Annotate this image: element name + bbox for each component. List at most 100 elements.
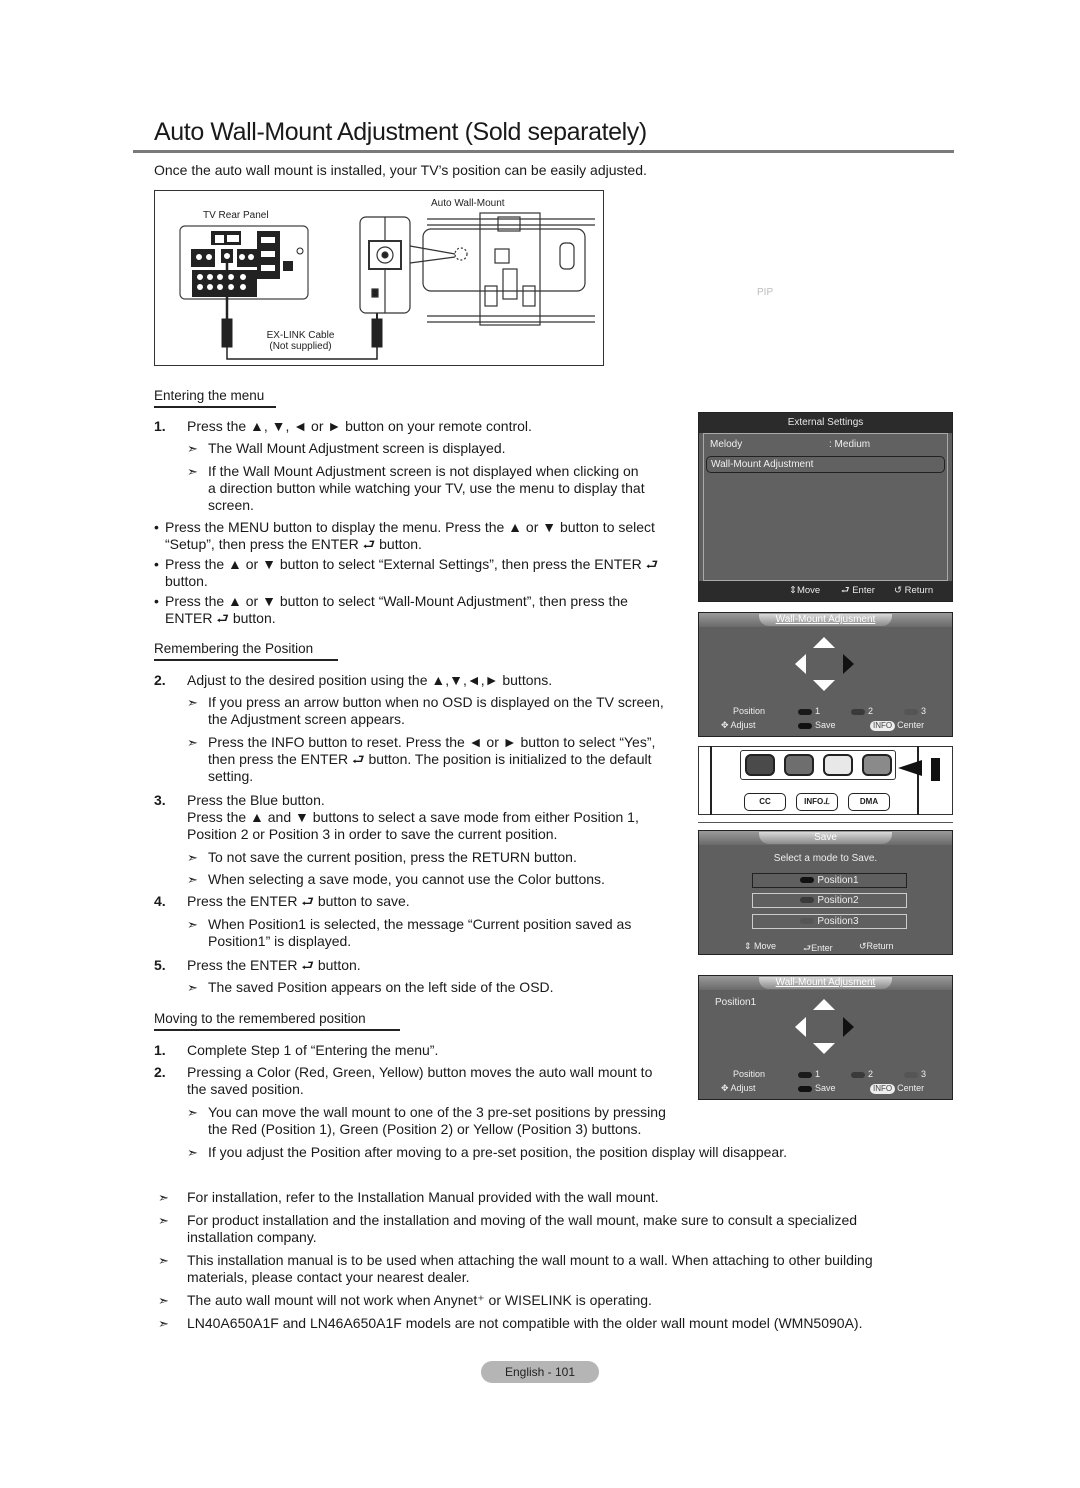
step-number: 1. xyxy=(154,418,166,434)
arrow-down-icon[interactable] xyxy=(813,1043,835,1054)
position-1: 1 xyxy=(798,706,820,716)
move-hint: ⇕Move xyxy=(789,581,820,601)
save-option-position2[interactable]: Position2 xyxy=(752,893,907,908)
dma-button[interactable]: DMA xyxy=(848,793,890,811)
bullet-text: button. xyxy=(165,573,208,589)
save-label: Save xyxy=(815,720,836,730)
save-option-position1[interactable]: Position1 xyxy=(752,873,907,888)
section-remembering: 2. Adjust to the desired position using … xyxy=(154,672,694,1001)
move-label: Move xyxy=(796,585,821,596)
option-label: Position1 xyxy=(817,875,859,886)
option-label: Position3 xyxy=(817,916,859,927)
red-button-icon xyxy=(798,1071,812,1078)
blue-color-button[interactable] xyxy=(862,754,892,776)
green-button-icon xyxy=(851,708,865,715)
note: ➣ The saved Position appears on the left… xyxy=(154,979,694,1001)
red-button-icon xyxy=(800,877,815,884)
save-hint: Save xyxy=(798,720,836,730)
arrow-left-icon[interactable] xyxy=(795,654,806,674)
enter-label: Enter xyxy=(811,943,833,953)
note-text: The auto wall mount will not work when A… xyxy=(187,1292,652,1308)
note-text: the Red (Position 1), Green (Position 2)… xyxy=(208,1121,642,1137)
bullet-text: Press the ▲ or ▼ button to select “Exter… xyxy=(165,556,659,572)
adjust-hint: ✥ Adjust xyxy=(721,1083,756,1094)
step-text: Position 2 or Position 3 in order to sav… xyxy=(187,826,558,842)
center-label: Center xyxy=(897,1083,925,1093)
note: ➣ When Position1 is selected, the messag… xyxy=(154,916,694,957)
page-title: Auto Wall-Mount Adjustment (Sold separat… xyxy=(154,118,647,146)
position-number: 3 xyxy=(921,1069,927,1079)
general-note: ➣ For installation, refer to the Install… xyxy=(158,1189,918,1212)
arrow-right-icon[interactable] xyxy=(843,654,854,674)
enter-label: Enter xyxy=(852,585,875,596)
step-number: 1. xyxy=(154,1042,166,1058)
note-text: For installation, refer to the Installat… xyxy=(187,1189,659,1205)
bullet: • Press the ▲ or ▼ button to select “Wal… xyxy=(154,593,684,630)
arrow-down-icon[interactable] xyxy=(813,680,835,691)
menu-item-melody[interactable]: Melody : Medium xyxy=(710,439,870,450)
menu-item-wall-mount-adjustment[interactable]: Wall-Mount Adjustment xyxy=(706,456,945,473)
note-text: setting. xyxy=(208,768,254,784)
osd-wall-mount-adjust: Wall-Mount Adjusment Position 1 2 3 ✥ Ad… xyxy=(698,612,953,737)
yellow-color-button[interactable] xyxy=(823,754,853,776)
cc-button[interactable]: CC xyxy=(744,793,786,811)
move-label: Move xyxy=(754,941,777,951)
note: ➣ You can move the wall mount to one of … xyxy=(154,1104,854,1144)
osd-tab-bar: Wall-Mount Adjusment xyxy=(699,976,952,990)
center-hint: INFO Center xyxy=(870,1083,924,1094)
saved-position-label: Position1 xyxy=(715,997,757,1008)
osd-footer: ⇕Move ⮐ Enter ↺ Return xyxy=(699,581,952,601)
wall-mount-icon xyxy=(359,212,595,326)
remote-edge xyxy=(710,746,712,815)
step-number: 3. xyxy=(154,792,166,808)
return-label: Return xyxy=(866,941,894,951)
step-number: 4. xyxy=(154,893,166,909)
return-label: Return xyxy=(904,585,934,596)
osd-tab-bar: Save xyxy=(699,831,952,845)
note-text: If the Wall Mount Adjustment screen is n… xyxy=(208,463,639,479)
red-color-button[interactable] xyxy=(745,754,775,776)
step-text: Press the ▲, ▼, ◄ or ► button on your re… xyxy=(187,418,532,434)
save-option-position3[interactable]: Position3 xyxy=(752,914,907,929)
note-text: then press the ENTER ⮐ button. The posit… xyxy=(208,751,652,767)
return-icon: ↺ xyxy=(859,941,867,951)
note-arrow-icon: ➣ xyxy=(158,1190,169,1205)
arrow-left-icon[interactable] xyxy=(795,1017,806,1037)
note-text: For product installation and the install… xyxy=(187,1212,858,1228)
note-text: materials, please contact your nearest d… xyxy=(187,1269,470,1285)
step-text: Press the Blue button. xyxy=(187,792,325,808)
note-arrow-icon: ➣ xyxy=(158,1253,169,1268)
yellow-button-icon xyxy=(800,918,815,925)
bullet-icon: • xyxy=(154,556,159,572)
pip-label: PIP xyxy=(757,287,774,298)
section-heading-entering: Entering the menu xyxy=(154,388,276,408)
arrow-up-icon[interactable] xyxy=(813,999,835,1010)
step-text: Pressing a Color (Red, Green, Yellow) bu… xyxy=(187,1064,653,1080)
general-notes: ➣ For installation, refer to the Install… xyxy=(158,1189,918,1338)
osd-wall-mount-adjust-saved: Wall-Mount Adjusment Position1 Position … xyxy=(698,975,953,1100)
note-text: Press the INFO button to reset. Press th… xyxy=(208,734,656,750)
position-number: 3 xyxy=(921,706,927,716)
info-button[interactable]: INFO.𝘓 xyxy=(796,793,838,811)
osd-title: Wall-Mount Adjusment xyxy=(759,977,892,989)
remote-control-detail: CC INFO.𝘓 DMA xyxy=(698,746,953,823)
note-arrow-icon: ➣ xyxy=(187,1145,198,1160)
position-number: 2 xyxy=(868,706,874,716)
yellow-button-icon xyxy=(904,1071,918,1078)
arrow-right-icon[interactable] xyxy=(843,1017,854,1037)
return-icon: ↺ xyxy=(894,585,905,596)
arrow-up-icon[interactable] xyxy=(813,637,835,648)
step-5: 5. Press the ENTER ⮐ button. xyxy=(154,957,694,979)
osd-title: Save xyxy=(759,832,892,844)
step-text: Adjust to the desired position using the… xyxy=(187,672,553,688)
enter-icon: ⮐ xyxy=(803,943,812,953)
position-2: 2 xyxy=(851,1069,873,1079)
green-button-icon xyxy=(800,897,815,904)
info-badge: INFO xyxy=(870,721,896,731)
green-color-button[interactable] xyxy=(784,754,814,776)
note-arrow-icon: ➣ xyxy=(187,735,198,750)
remote-edge xyxy=(917,746,919,815)
position-1: 1 xyxy=(798,1069,820,1079)
position-number: 1 xyxy=(815,706,821,716)
note-arrow-icon: ➣ xyxy=(187,917,198,932)
